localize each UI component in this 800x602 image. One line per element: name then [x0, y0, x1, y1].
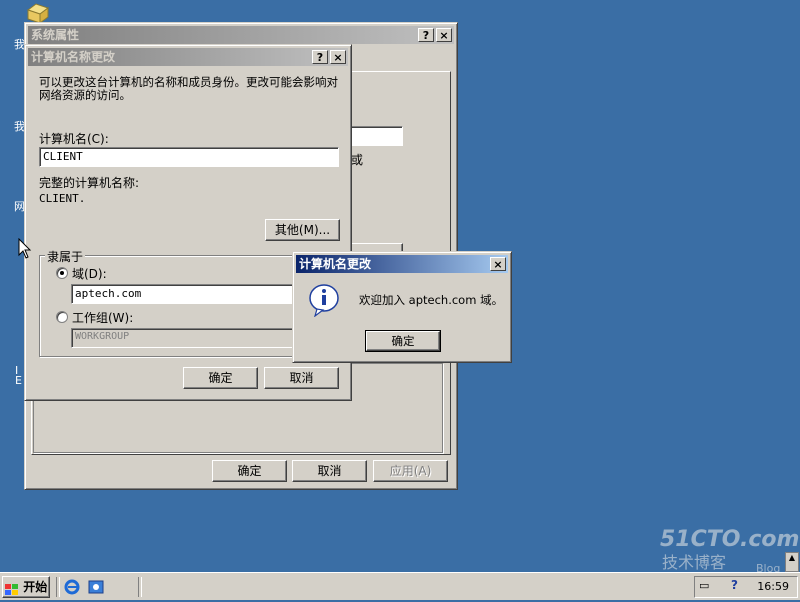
desktop-icon-my-documents[interactable] — [24, 2, 52, 24]
close-button[interactable]: × — [490, 257, 506, 271]
full-name-label: 完整的计算机名称: — [39, 176, 140, 190]
windows-logo-icon — [5, 582, 19, 595]
message-box-titlebar[interactable]: 计算机名更改 × — [296, 255, 508, 273]
description-text: 可以更改这台计算机的名称和成员身份。更改可能会影响对网络资源的访问。 — [39, 75, 338, 102]
watermark-line1: 51CTO.com — [660, 527, 800, 552]
domain-label: 域(D): — [72, 267, 107, 281]
scroll-arrow-icon[interactable]: ▲ — [785, 552, 799, 572]
clock[interactable]: 16:59 — [757, 580, 789, 593]
workgroup-radio[interactable] — [56, 311, 68, 323]
quicklaunch-separator-2 — [138, 577, 142, 597]
computer-name-label: 计算机名(C): — [39, 132, 109, 146]
help-tray-icon[interactable]: ? — [731, 578, 738, 592]
start-label: 开始 — [23, 580, 48, 594]
partial-description-field — [349, 126, 403, 146]
close-button[interactable]: × — [330, 50, 346, 64]
domain-radio[interactable] — [56, 267, 68, 279]
welcome-message-box: 计算机名更改 × 欢迎加入 aptech.com 域。 确定 — [292, 251, 512, 363]
ie-icon[interactable] — [64, 579, 80, 598]
desktop-icon-label-5: E — [15, 374, 22, 387]
cancel-button[interactable]: 取消 — [264, 367, 339, 389]
ok-button[interactable]: 确定 — [212, 460, 287, 482]
ok-button[interactable]: 确定 — [365, 330, 441, 352]
name-change-title: 计算机名称更改 — [31, 50, 116, 64]
watermark-line2: 技术博客 — [662, 553, 727, 572]
help-button[interactable]: ? — [312, 50, 328, 64]
welcome-message: 欢迎加入 aptech.com 域。 — [359, 293, 504, 307]
name-change-titlebar[interactable]: 计算机名称更改 ? × — [28, 48, 348, 66]
mouse-cursor-icon — [18, 237, 32, 263]
outlook-express-icon[interactable] — [88, 579, 104, 598]
system-tray: ▭ ? 16:59 — [694, 576, 798, 598]
more-button[interactable]: 其他(M)... — [265, 219, 340, 241]
member-of-label: 隶属于 — [45, 248, 86, 265]
workgroup-label: 工作组(W): — [72, 311, 134, 325]
close-button[interactable]: × — [436, 28, 452, 42]
system-properties-title: 系统属性 — [31, 28, 80, 42]
taskbar: 开始 ▭ ? 16:59 — [0, 572, 800, 600]
computer-name-input[interactable]: CLIENT — [39, 147, 339, 167]
folder-icon — [26, 3, 50, 24]
help-button[interactable]: ? — [418, 28, 434, 42]
desktop-icon-label-2: 我 — [14, 120, 25, 133]
desktop-icon-label-1: 我 — [14, 38, 25, 51]
partial-text: 或 — [351, 153, 364, 167]
full-name-value: CLIENT. — [39, 192, 86, 205]
start-button[interactable]: 开始 — [2, 576, 50, 598]
apply-button[interactable]: 应用(A) — [373, 460, 448, 482]
network-icon[interactable]: ▭ — [699, 579, 709, 592]
watermark: 51CTO.com 技术博客 Blog — [660, 527, 800, 576]
system-properties-titlebar[interactable]: 系统属性 ? × — [28, 26, 454, 44]
information-icon — [307, 283, 341, 318]
desktop-icon-label-3: 网 — [14, 200, 25, 213]
cancel-button[interactable]: 取消 — [292, 460, 367, 482]
desktop-icon-label-4: I — [15, 364, 19, 377]
message-box-title: 计算机名更改 — [299, 257, 372, 271]
quicklaunch-separator — [56, 577, 60, 597]
ok-button[interactable]: 确定 — [183, 367, 258, 389]
